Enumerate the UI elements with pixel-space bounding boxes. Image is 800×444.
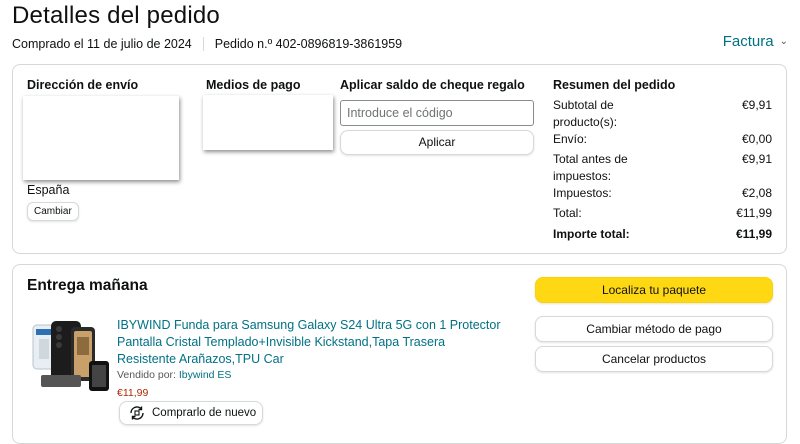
redacted-address [23, 96, 179, 180]
order-info-card: Dirección de envío España Cambiar Medios… [12, 64, 787, 254]
delivery-heading: Entrega mañana [27, 277, 148, 294]
summary-value: €0,00 [741, 132, 772, 146]
buy-again-button[interactable]: Comprarlo de nuevo [119, 401, 263, 425]
seller-link[interactable]: Ibywind ES [179, 369, 232, 381]
order-meta: Comprado el 11 de julio de 2024 Pedido n… [12, 37, 402, 51]
summary-row: Total: €11,99 [553, 205, 772, 222]
order-number: Pedido n.º 402-0896819-3861959 [214, 37, 403, 51]
summary-value: €11,99 [735, 227, 772, 241]
invoice-dropdown[interactable]: Factura ⌄ [723, 33, 788, 50]
summary-row: Total antes de impuestos: €9,91 [553, 151, 772, 185]
shipping-country: España [27, 183, 70, 197]
summary-row: Impuestos: €2,08 [553, 185, 772, 202]
sold-by: Vendido por: Ibywind ES [117, 369, 231, 381]
change-address-button[interactable]: Cambiar [27, 202, 79, 221]
chevron-down-icon: ⌄ [779, 36, 788, 47]
summary-total-row: Importe total: €11,99 [553, 226, 772, 243]
shipping-heading: Dirección de envío [27, 78, 139, 92]
summary-value: €2,08 [741, 186, 772, 200]
summary-row: Envío: €0,00 [553, 131, 772, 148]
redacted-payment [203, 95, 333, 150]
phone-case-image [32, 321, 109, 391]
payment-heading: Medios de pago [206, 78, 301, 92]
gift-card-heading: Aplicar saldo de cheque regalo [340, 78, 525, 92]
summary-label: Total: [553, 206, 582, 220]
summary-value: €11,99 [736, 206, 772, 220]
summary-value: €9,91 [741, 98, 772, 112]
invoice-label: Factura [722, 33, 774, 50]
page-title: Detalles del pedido [12, 2, 220, 29]
product-price: €11,99 [117, 387, 149, 399]
change-payment-method-button[interactable]: Cambiar método de pago [535, 316, 773, 342]
divider [202, 37, 204, 51]
track-package-button[interactable]: Localiza tu paquete [535, 277, 773, 303]
cancel-items-button[interactable]: Cancelar productos [535, 346, 773, 372]
buy-again-icon [130, 406, 144, 420]
summary-label: Impuestos: [553, 186, 612, 200]
summary-label: Subtotal de producto(s): [553, 98, 618, 129]
summary-value: €9,91 [741, 152, 772, 166]
product-image[interactable] [31, 317, 113, 397]
summary-heading: Resumen del pedido [553, 78, 676, 92]
order-date: Comprado el 11 de julio de 2024 [12, 37, 192, 51]
delivery-card: Entrega mañana Localiza tu paquete Cambi… [12, 264, 787, 444]
gift-code-input[interactable]: Introduce el código [340, 100, 534, 126]
summary-label: Total antes de impuestos: [553, 152, 628, 183]
summary-row: Subtotal de producto(s): €9,91 [553, 97, 772, 131]
product-title-link[interactable]: IBYWIND Funda para Samsung Galaxy S24 Ul… [117, 317, 507, 368]
buy-again-label: Comprarlo de nuevo [152, 407, 257, 419]
apply-gift-button[interactable]: Aplicar [340, 130, 534, 155]
gift-code-placeholder: Introduce el código [347, 106, 453, 120]
summary-label: Importe total: [553, 227, 630, 241]
sold-by-label: Vendido por: [117, 369, 176, 381]
summary-label: Envío: [553, 132, 588, 146]
